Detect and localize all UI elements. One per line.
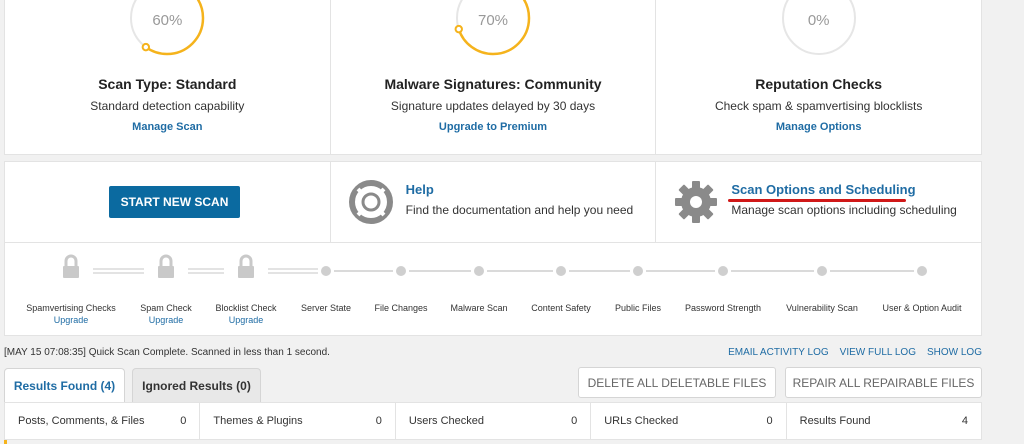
help-link[interactable]: Help — [406, 182, 434, 197]
help-description: Find the documentation and help you need — [405, 203, 634, 217]
count-label: Users Checked — [408, 415, 485, 427]
card-title: Reputation Checks — [755, 76, 883, 92]
count-label: URLs Checked — [604, 415, 679, 427]
stage-label: Spamvertising Checks Upgrade — [16, 302, 126, 326]
tab-results-found[interactable]: Results Found (4) — [4, 368, 125, 402]
stage-upgrade-link[interactable]: Upgrade — [191, 314, 301, 326]
stage-name: User & Option Audit — [882, 303, 962, 313]
stage-dot — [556, 266, 566, 276]
card-title: Malware Signatures: Community — [384, 76, 602, 92]
count-cell: Results Found 4 — [787, 403, 981, 439]
progress-percent: 0% — [807, 12, 830, 29]
view-full-log-link[interactable]: VIEW FULL LOG — [840, 347, 916, 358]
stage-label: Vulnerability Scan — [767, 302, 877, 314]
stage-name: Malware Scan — [450, 303, 508, 313]
stage-dot — [633, 266, 643, 276]
manage-options-link[interactable]: Manage Options — [656, 121, 981, 133]
count-cell: URLs Checked 0 — [591, 403, 787, 439]
progress-ring — [454, 0, 531, 56]
card-malware-signatures: 70% Malware Signatures: Community Signat… — [331, 0, 657, 154]
count-value: 0 — [571, 415, 578, 427]
stage-label: User & Option Audit — [867, 302, 977, 314]
stage-name: Spamvertising Checks — [26, 303, 116, 313]
annotation-underline — [728, 199, 907, 202]
progress-percent: 70% — [477, 12, 509, 29]
show-log-link[interactable]: SHOW LOG — [927, 347, 982, 358]
stage-dot — [396, 266, 406, 276]
lock-icon — [238, 254, 254, 278]
stage-dot — [321, 266, 331, 276]
card-scan-type: 60% Scan Type: Standard Standard detecti… — [5, 0, 331, 154]
results-counts: Posts, Comments, & Files 0 Themes & Plugi… — [4, 402, 982, 440]
scan-progress: Spamvertising Checks Upgrade Spam Check Upg… — [4, 243, 982, 336]
summary-cards: 60% Scan Type: Standard Standard detecti… — [4, 0, 982, 155]
card-subtitle: Signature updates delayed by 30 days — [390, 99, 596, 113]
card-title: Scan Type: Standard — [98, 76, 237, 92]
stage-dot — [718, 266, 728, 276]
upgrade-premium-link[interactable]: Upgrade to Premium — [331, 121, 656, 133]
count-label: Themes & Plugins — [213, 415, 303, 427]
card-subtitle: Standard detection capability — [90, 99, 245, 113]
start-scan-cell: START NEW SCAN — [5, 162, 331, 242]
scan-options-cell: Scan Options and Scheduling Manage scan … — [656, 162, 981, 242]
stage-name: Server State — [300, 303, 352, 313]
lock-icon — [158, 254, 174, 278]
stage-name: File Changes — [374, 303, 428, 313]
progress-ring — [781, 0, 856, 55]
stage-name: Spam Check — [140, 303, 192, 313]
life-ring-icon — [348, 180, 393, 224]
stage-dot — [917, 266, 927, 276]
email-activity-log-link[interactable]: EMAIL ACTIVITY LOG — [728, 347, 829, 358]
stage-name: Vulnerability Scan — [786, 303, 858, 313]
log-links: EMAIL ACTIVITY LOG VIEW FULL LOG SHOW LO… — [728, 347, 982, 358]
count-label: Results Found — [799, 415, 871, 427]
stage-dot — [474, 266, 484, 276]
gear-icon — [675, 181, 718, 223]
progress-ring — [130, 0, 205, 56]
stage-name: Password Strength — [684, 303, 762, 313]
count-value: 4 — [961, 415, 969, 427]
scan-options-description: Manage scan options including scheduling — [731, 203, 957, 217]
card-reputation-checks: 0% Reputation Checks Check spam & spamve… — [656, 0, 981, 154]
card-subtitle: Check spam & spamvertising blocklists — [714, 99, 923, 113]
stage-name: Content Safety — [531, 303, 591, 313]
stage-dot — [817, 266, 827, 276]
tab-ignored-results[interactable]: Ignored Results (0) — [132, 368, 261, 402]
delete-all-deletable-button[interactable]: DELETE ALL DELETABLE FILES — [578, 367, 776, 398]
stage-upgrade-link[interactable]: Upgrade — [16, 314, 126, 326]
count-cell: Users Checked 0 — [396, 403, 592, 439]
stage-name: Blocklist Check — [215, 303, 277, 313]
stage-name: Public Files — [614, 303, 661, 313]
action-row: START NEW SCAN Help Find the documentati… — [4, 161, 982, 243]
scan-options-link[interactable]: Scan Options and Scheduling — [731, 182, 915, 197]
count-value: 0 — [375, 415, 382, 427]
help-cell: Help Find the documentation and help you… — [331, 162, 657, 242]
count-value: 0 — [766, 415, 773, 427]
progress-percent: 60% — [152, 12, 183, 29]
start-new-scan-button[interactable]: START NEW SCAN — [109, 186, 240, 218]
count-cell: Themes & Plugins 0 — [200, 403, 396, 439]
result-accent-bar — [4, 440, 7, 444]
stage-label: Password Strength — [668, 302, 778, 314]
repair-all-repairable-button[interactable]: REPAIR ALL REPAIRABLE FILES — [785, 367, 982, 398]
scan-status-message: [MAY 15 07:08:35] Quick Scan Complete. S… — [4, 347, 330, 358]
count-value: 0 — [180, 415, 187, 427]
count-cell: Posts, Comments, & Files 0 — [5, 403, 201, 439]
lock-icon — [63, 254, 79, 278]
manage-scan-link[interactable]: Manage Scan — [5, 121, 330, 133]
count-label: Posts, Comments, & Files — [18, 415, 145, 427]
